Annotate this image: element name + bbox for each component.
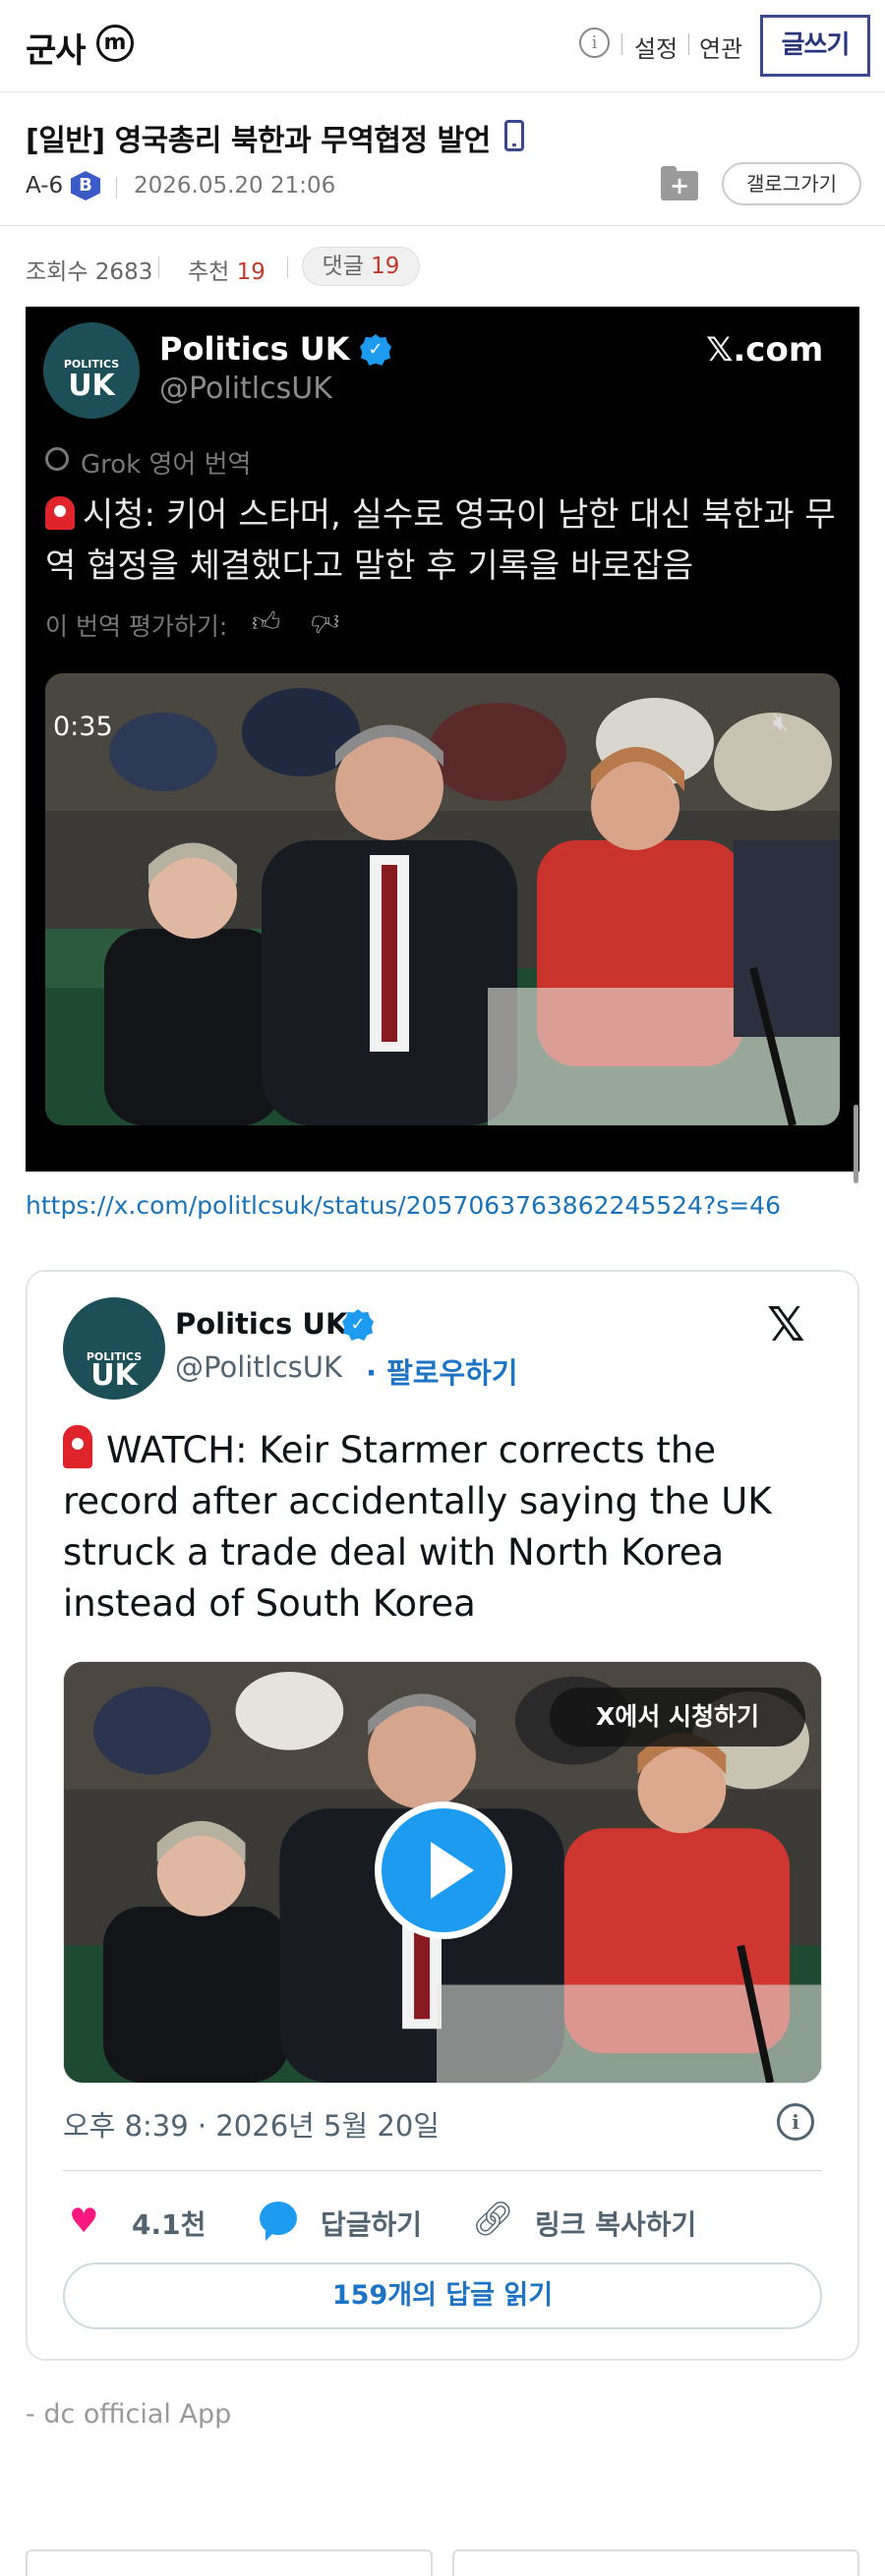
author-badge-icon: B	[71, 171, 100, 200]
x-logo-icon[interactable]: 𝕏	[767, 1297, 805, 1352]
app-signature: - dc official App	[26, 2399, 232, 2430]
comments-button[interactable]: 댓글 19	[302, 247, 420, 286]
divider	[688, 33, 689, 55]
account-handle: @PolitlcsUK	[159, 372, 332, 406]
divider	[116, 177, 117, 199]
gallog-button[interactable]: 갤로그가기	[722, 162, 861, 205]
siren-icon	[63, 1425, 92, 1468]
bottom-button-right[interactable]	[452, 2549, 859, 2576]
view-label: 조회수	[26, 259, 88, 285]
politics-uk-avatar[interactable]: POLITICS UK	[63, 1297, 165, 1400]
play-icon[interactable]	[375, 1802, 512, 1939]
video-duration: 0:35	[53, 712, 113, 742]
tweet-date[interactable]: 오후 8:39 · 2026년 5월 20일	[63, 2103, 440, 2145]
follow-button[interactable]: · 팔로우하기	[366, 1350, 518, 1392]
author-name[interactable]: A-6	[26, 173, 63, 199]
post-title: [일반] 영국총리 북한과 무역협정 발언	[26, 124, 491, 158]
x-site-label: 𝕏.com	[706, 330, 824, 370]
rate-translation-label: 이 번역 평가하기:	[45, 612, 228, 641]
read-replies-button[interactable]: 159개의 답글 읽기	[63, 2262, 822, 2329]
translated-text-body: 시청: 키어 스타머, 실수로 영국이 남한 대신 북한과 무역 협정을 체결했…	[45, 495, 836, 586]
gallery-name[interactable]: 군사	[26, 24, 87, 72]
account-name: Politics UK	[159, 330, 350, 368]
reply-button[interactable]: 답글하기	[321, 2204, 422, 2243]
divider	[158, 257, 159, 278]
like-count[interactable]: 4.1천	[132, 2204, 206, 2243]
view-value: 2683	[94, 259, 153, 285]
account-handle[interactable]: @PolitlcsUK	[175, 1350, 342, 1384]
divider	[287, 257, 288, 278]
post-date: 2026.05.20 21:06	[134, 173, 336, 199]
tweet-text-body: WATCH: Keir Starmer corrects the record …	[63, 1429, 772, 1625]
avatar-text-main: UK	[68, 369, 115, 403]
thumbs-up-icon: 👍︎	[252, 605, 281, 638]
divider	[63, 2170, 822, 2171]
recommend-count: 추천 19	[188, 253, 266, 286]
info-icon[interactable]: i	[777, 2103, 814, 2141]
add-folder-icon[interactable]: +	[661, 166, 698, 200]
avatar-text-main: UK	[90, 1358, 138, 1393]
video-thumbnail	[45, 673, 840, 1125]
copy-link-button[interactable]: 링크 복사하기	[535, 2204, 696, 2243]
tweet-url-link[interactable]: https://x.com/politlcsuk/status/20570637…	[26, 1191, 781, 1220]
minor-gallery-icon: m	[96, 25, 134, 62]
divider	[621, 33, 622, 55]
bottom-button-left[interactable]	[26, 2549, 433, 2576]
mobile-icon	[504, 120, 524, 151]
politics-uk-avatar: POLITICS UK	[43, 322, 140, 419]
mute-icon: 🔇︎	[773, 708, 790, 737]
settings-link[interactable]: 설정	[634, 29, 678, 64]
account-name[interactable]: Politics UK	[175, 1307, 347, 1341]
grok-icon	[45, 447, 69, 471]
parliament-scene	[45, 673, 840, 1125]
thumbs-down-icon: 👍︎	[311, 606, 340, 639]
view-count: 조회수 2683	[26, 253, 152, 286]
tweet-text: WATCH: Keir Starmer corrects the record …	[63, 1425, 830, 1630]
comments-label: 댓글	[322, 254, 364, 279]
plus-icon: +	[669, 172, 690, 200]
tweet-video[interactable]: X에서 시청하기	[63, 1661, 822, 2084]
info-icon[interactable]: i	[579, 28, 610, 58]
link-icon[interactable]: 🔗︎	[472, 2200, 514, 2239]
heart-icon[interactable]: ♥	[69, 2202, 98, 2241]
post-header: [일반] 영국총리 북한과 무역협정 발언 A-6 B 2026.05.20 2…	[0, 92, 885, 226]
recommend-label: 추천	[188, 259, 230, 285]
attached-image[interactable]: POLITICS UK Politics UK ✓ @PolitlcsUK 𝕏.…	[26, 307, 859, 1172]
scrollbar[interactable]	[854, 1105, 858, 1183]
siren-icon	[45, 496, 75, 530]
embedded-tweet-card: POLITICS UK Politics UK ✓ @PolitlcsUK · …	[26, 1270, 859, 2361]
top-bar: 군사 m i 설정 연관 글쓰기	[0, 0, 885, 92]
watch-on-x-button[interactable]: X에서 시청하기	[550, 1688, 805, 1746]
recommend-value: 19	[236, 259, 266, 285]
write-button[interactable]: 글쓰기	[760, 15, 870, 77]
comments-value: 19	[371, 254, 400, 279]
verified-badge-icon: ✓	[360, 334, 391, 366]
related-link[interactable]: 연관	[699, 29, 742, 64]
translated-text: 시청: 키어 스타머, 실수로 영국이 남한 대신 북한과 무역 협정을 체결했…	[45, 489, 844, 592]
reply-icon[interactable]	[260, 2202, 297, 2241]
grok-translation-label: Grok 영어 번역	[81, 450, 252, 480]
